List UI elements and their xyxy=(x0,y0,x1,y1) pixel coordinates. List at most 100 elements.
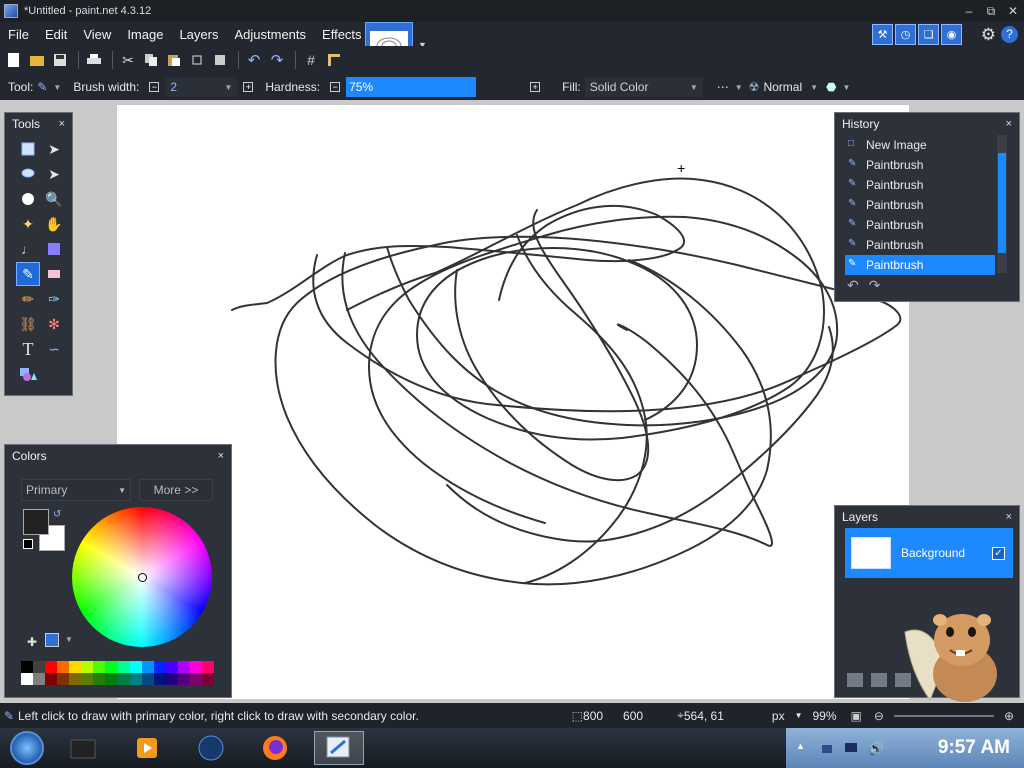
add-layer-icon[interactable] xyxy=(847,673,863,687)
menu-layers[interactable]: Layers xyxy=(179,27,218,42)
ruler-icon[interactable] xyxy=(324,50,344,70)
undo-icon[interactable]: ↶ xyxy=(847,277,859,293)
zoom-to-window-icon[interactable]: ▣ xyxy=(851,709,862,723)
deselect-icon[interactable] xyxy=(210,50,230,70)
cut-icon[interactable]: ✂ xyxy=(118,50,138,70)
grid-icon[interactable]: # xyxy=(301,50,321,70)
taskbar-app-firefox[interactable] xyxy=(250,731,300,765)
layer-row-background[interactable]: Background ✓ xyxy=(845,528,1013,578)
palette-options-icon[interactable] xyxy=(45,633,59,647)
colors-window-icon[interactable]: ◉ xyxy=(941,24,962,45)
chevron-down-icon[interactable]: ▼ xyxy=(810,83,818,92)
hardness-decrease-button[interactable]: − xyxy=(330,82,341,92)
menu-image[interactable]: Image xyxy=(127,27,163,42)
zoom-tool-icon[interactable]: 🔍 xyxy=(42,187,66,211)
zoom-slider[interactable] xyxy=(893,714,994,717)
tools-panel-close-button[interactable]: × xyxy=(59,118,65,130)
ellipse-select-tool-icon[interactable] xyxy=(16,187,40,211)
taskbar-clock[interactable]: 9:57 AM xyxy=(938,737,1010,759)
brush-width-increase-button[interactable]: + xyxy=(243,82,254,92)
hardness-increase-button[interactable]: + xyxy=(530,82,541,92)
reset-colors-icon[interactable] xyxy=(23,539,33,549)
print-icon[interactable] xyxy=(84,50,104,70)
tools-window-icon[interactable]: ⚒ xyxy=(872,24,893,45)
move-selected-tool-icon[interactable]: ➤ xyxy=(42,137,66,161)
help-icon[interactable]: ? xyxy=(1001,26,1018,43)
restore-button[interactable]: ⧉ xyxy=(980,4,1002,19)
taskbar-app-globe[interactable] xyxy=(186,731,236,765)
history-item[interactable]: ✎ Paintbrush xyxy=(845,235,995,255)
chevron-down-icon[interactable]: ▼ xyxy=(118,486,126,495)
menu-edit[interactable]: Edit xyxy=(45,27,67,42)
color-picker-tool-icon[interactable]: ✑ xyxy=(42,287,66,311)
pan-hand-tool-icon[interactable]: ✋ xyxy=(42,212,66,236)
antialiasing-icon[interactable]: ⋯ xyxy=(717,80,729,94)
menu-view[interactable]: View xyxy=(83,27,111,42)
history-panel-close-button[interactable]: × xyxy=(1006,118,1012,130)
color-wheel-knob[interactable] xyxy=(138,573,147,582)
history-item[interactable]: ✎ Paintbrush xyxy=(845,175,995,195)
colors-panel-close-button[interactable]: × xyxy=(218,450,224,462)
paintbrush-tool-icon[interactable]: ✎ xyxy=(16,262,40,286)
blend-mode-value[interactable]: Normal xyxy=(763,80,802,94)
chevron-down-icon[interactable]: ▼ xyxy=(65,635,73,644)
settings-gear-icon[interactable]: ⚙ xyxy=(981,25,996,45)
move-selection-tool-icon[interactable]: ➤ xyxy=(42,162,66,186)
copy-icon[interactable] xyxy=(141,50,161,70)
pencil-tool-icon[interactable]: ✏ xyxy=(16,287,40,311)
redo-icon[interactable]: ↷ xyxy=(869,277,881,293)
history-item[interactable]: ✎ Paintbrush xyxy=(845,195,995,215)
selection-mode-icon[interactable]: ⬣ xyxy=(826,80,836,94)
eraser-tool-icon[interactable] xyxy=(42,262,66,286)
tray-network-icon[interactable] xyxy=(820,741,834,755)
color-wheel[interactable] xyxy=(72,507,212,647)
history-window-icon[interactable]: ◷ xyxy=(895,24,916,45)
close-window-button[interactable]: ✕ xyxy=(1002,4,1024,18)
paintbrush-tool-icon[interactable]: ✎ xyxy=(37,80,47,94)
magic-wand-tool-icon[interactable]: ✦ xyxy=(16,212,40,236)
primary-color-swatch[interactable] xyxy=(23,509,49,535)
menu-file[interactable]: File xyxy=(8,27,29,42)
history-scroll-thumb[interactable] xyxy=(998,153,1006,253)
history-item-active[interactable]: ✎ Paintbrush xyxy=(845,255,995,275)
save-icon[interactable] xyxy=(50,50,70,70)
chevron-down-icon[interactable]: ▼ xyxy=(735,83,743,92)
minimize-button[interactable]: – xyxy=(958,4,980,18)
zoom-in-icon[interactable]: ⊕ xyxy=(1004,709,1014,723)
units-select[interactable]: px xyxy=(772,709,785,723)
brush-width-decrease-button[interactable]: − xyxy=(149,82,160,92)
recolor-tool-icon[interactable]: ✻ xyxy=(42,312,66,336)
menu-adjustments[interactable]: Adjustments xyxy=(234,27,306,42)
chevron-down-icon[interactable]: ▼ xyxy=(843,83,851,92)
open-folder-icon[interactable] xyxy=(27,50,47,70)
hardness-slider[interactable]: 75% xyxy=(346,77,477,97)
color-mode-select[interactable]: Primary ▼ xyxy=(21,479,131,501)
layers-panel-close-button[interactable]: × xyxy=(1006,511,1012,523)
clone-stamp-tool-icon[interactable]: ⛓ xyxy=(16,312,40,336)
layers-window-icon[interactable]: ❏ xyxy=(918,24,939,45)
zoom-out-icon[interactable]: ⊖ xyxy=(874,709,884,723)
chevron-down-icon[interactable]: ▼ xyxy=(795,711,803,720)
history-item[interactable]: □ New Image xyxy=(845,135,995,155)
taskbar-app-media-player[interactable] xyxy=(122,731,172,765)
add-color-icon[interactable]: ✚ xyxy=(27,635,37,649)
tray-volume-icon[interactable]: 🔊 xyxy=(868,741,884,756)
crop-to-selection-icon[interactable] xyxy=(187,50,207,70)
history-scrollbar[interactable] xyxy=(997,135,1007,273)
drawing-canvas[interactable]: + xyxy=(117,105,909,699)
blend-mode-flask-icon[interactable]: ☢ xyxy=(749,80,760,94)
paste-icon[interactable] xyxy=(164,50,184,70)
fill-select[interactable]: Solid Color ▼ xyxy=(584,77,703,97)
start-button[interactable] xyxy=(10,731,44,765)
undo-icon[interactable]: ↶ xyxy=(244,50,264,70)
gradient-tool-icon[interactable] xyxy=(42,237,66,261)
rectangle-select-tool-icon[interactable] xyxy=(16,137,40,161)
more-colors-button[interactable]: More >> xyxy=(139,479,213,501)
shapes-tool-icon[interactable] xyxy=(16,362,40,386)
color-palette[interactable] xyxy=(21,661,214,685)
history-item[interactable]: ✎ Paintbrush xyxy=(845,215,995,235)
history-item[interactable]: ✎ Paintbrush xyxy=(845,155,995,175)
menu-effects[interactable]: Effects xyxy=(322,27,362,42)
chevron-down-icon[interactable]: ▼ xyxy=(690,83,698,92)
paint-bucket-tool-icon[interactable]: ♩ xyxy=(16,237,40,261)
